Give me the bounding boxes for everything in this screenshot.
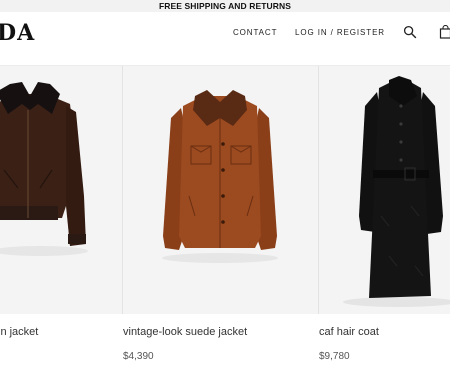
shopping-bag-icon[interactable] bbox=[439, 24, 450, 39]
contact-link[interactable]: CONTACT bbox=[233, 28, 277, 38]
product-name[interactable]: vintage-look suede jacket bbox=[123, 326, 247, 339]
login-register-link[interactable]: LOG IN / REGISTER bbox=[295, 28, 385, 38]
product-card-image-3[interactable] bbox=[319, 66, 450, 314]
product-card-image-2[interactable] bbox=[123, 66, 318, 314]
calf-hair-coat-image bbox=[319, 66, 450, 314]
product-price: $9,780 bbox=[319, 351, 350, 362]
promo-banner: FREE SHIPPING AND RETURNS bbox=[0, 0, 450, 12]
product-name[interactable]: caf hair coat bbox=[319, 326, 379, 339]
promo-text: FREE SHIPPING AND RETURNS bbox=[158, 1, 292, 11]
shearling-jacket-image bbox=[0, 66, 122, 314]
suede-jacket-image bbox=[123, 66, 318, 314]
product-name[interactable]: in jacket bbox=[0, 326, 38, 339]
search-icon[interactable] bbox=[403, 25, 417, 39]
site-header: DA CONTACT LOG IN / REGISTER bbox=[0, 12, 450, 52]
product-card-image-1[interactable] bbox=[0, 66, 122, 314]
brand-logo[interactable]: DA bbox=[0, 21, 35, 45]
product-price: $4,390 bbox=[123, 351, 154, 362]
product-grid bbox=[0, 65, 450, 314]
